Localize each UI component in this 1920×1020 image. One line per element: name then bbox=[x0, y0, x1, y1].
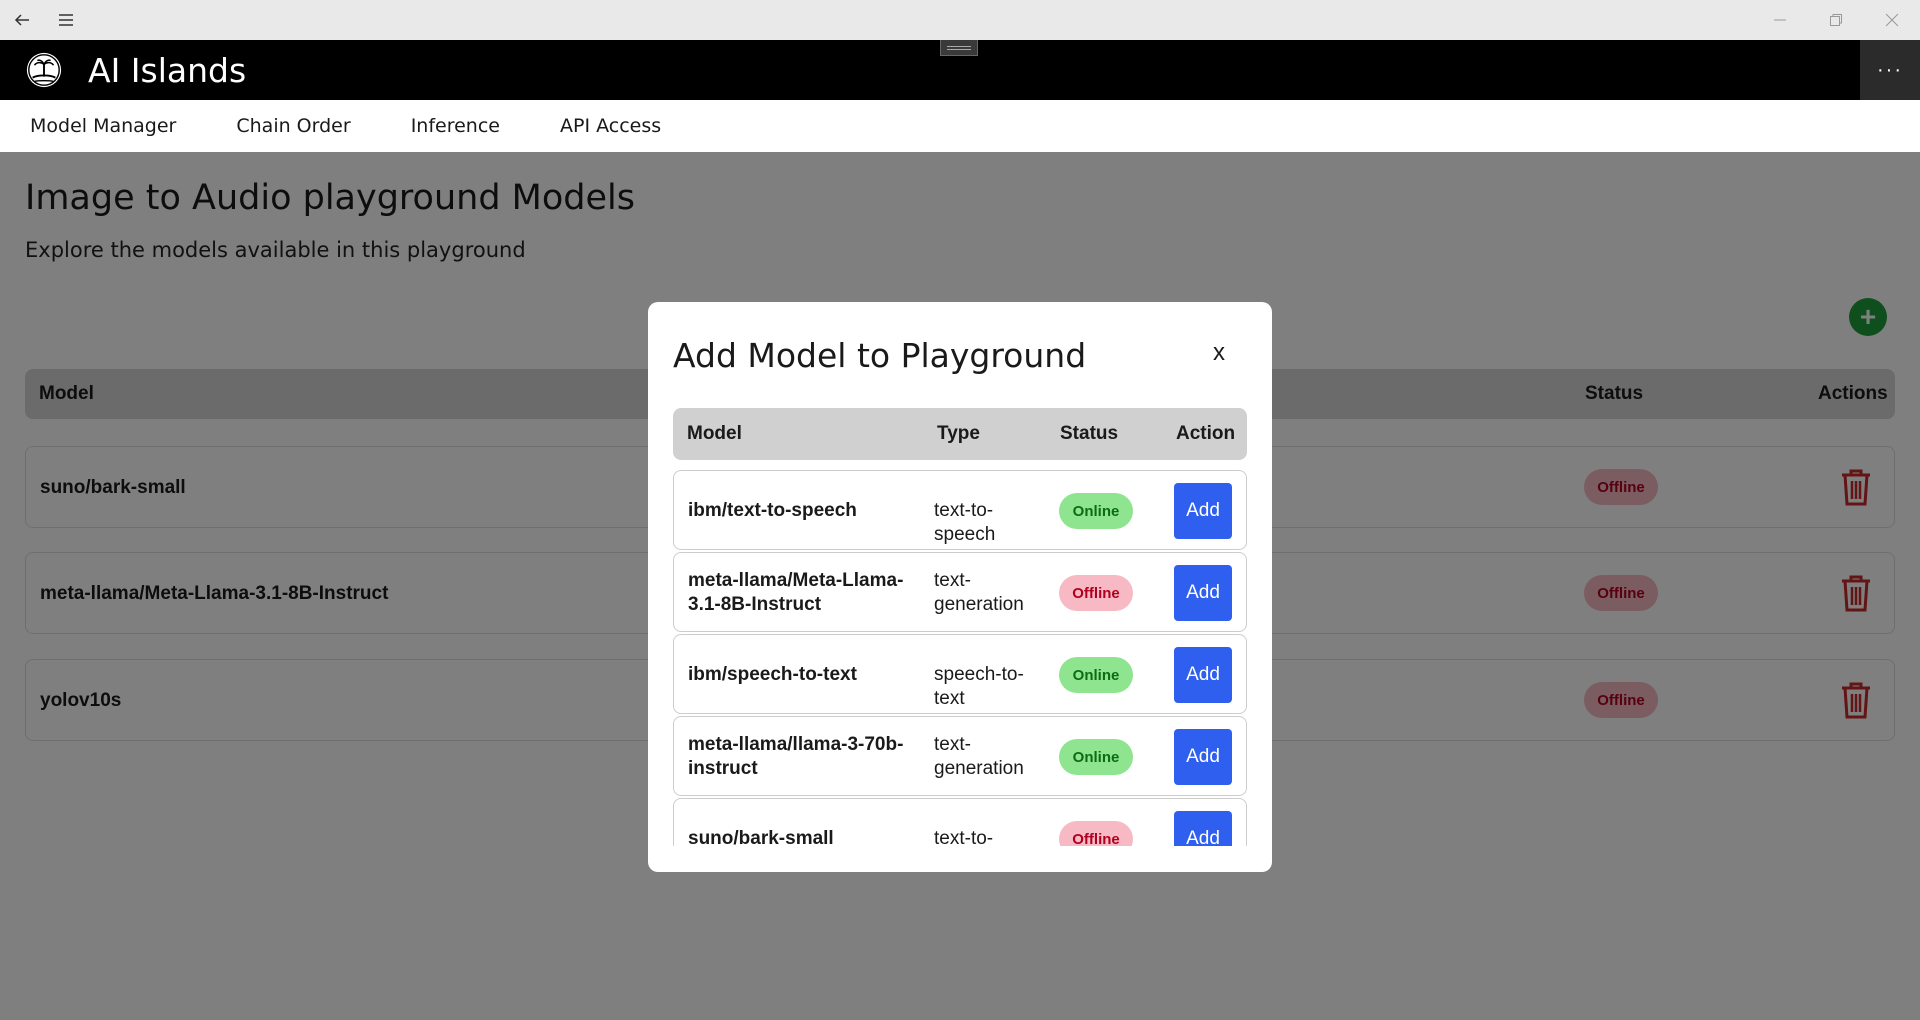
nav-chain-order[interactable]: Chain Order bbox=[206, 115, 380, 137]
model-name: ibm/speech-to-text bbox=[688, 664, 857, 685]
app-header: AI Islands ··· bbox=[0, 40, 1920, 100]
dialog-title: Add Model to Playground bbox=[673, 336, 1087, 375]
list-item: meta-llama/Meta-Llama-3.1-8B-Instruct te… bbox=[673, 552, 1247, 632]
dialog-header-model: Model bbox=[687, 423, 742, 444]
dialog-header-type: Type bbox=[937, 423, 980, 444]
status-badge: Offline bbox=[1059, 575, 1133, 611]
restore-icon[interactable] bbox=[1808, 0, 1864, 40]
add-button[interactable]: Add bbox=[1174, 811, 1232, 846]
dialog-close-button[interactable]: x bbox=[1204, 338, 1234, 368]
model-name: meta-llama/llama-3-70b-instruct bbox=[688, 734, 904, 779]
list-item: meta-llama/llama-3-70b-instruct text-gen… bbox=[673, 716, 1247, 796]
nav-api-access[interactable]: API Access bbox=[530, 115, 691, 137]
model-name: ibm/text-to-speech bbox=[688, 500, 857, 521]
model-type: text-to-speech bbox=[934, 828, 994, 846]
model-name: meta-llama/Meta-Llama-3.1-8B-Instruct bbox=[688, 570, 904, 615]
model-type: text-generation bbox=[934, 734, 1024, 779]
add-button[interactable]: Add bbox=[1174, 729, 1232, 785]
add-model-dialog: Add Model to Playground x Model Type Sta… bbox=[648, 302, 1272, 872]
status-badge: Online bbox=[1059, 493, 1133, 529]
back-arrow-icon[interactable] bbox=[0, 0, 44, 40]
island-logo-icon bbox=[24, 50, 64, 90]
model-type: text-to-speech bbox=[934, 500, 996, 545]
status-badge: Offline bbox=[1059, 821, 1133, 846]
status-badge: Online bbox=[1059, 739, 1133, 775]
nav-model-manager[interactable]: Model Manager bbox=[0, 115, 206, 137]
minimize-icon[interactable] bbox=[1752, 0, 1808, 40]
dialog-header-status: Status bbox=[1060, 423, 1119, 444]
dialog-model-list[interactable]: ibm/text-to-speech text-to-speech Online… bbox=[673, 470, 1247, 846]
model-name: suno/bark-small bbox=[688, 828, 834, 846]
top-nav: Model Manager Chain Order Inference API … bbox=[0, 100, 1920, 152]
drag-handle[interactable] bbox=[940, 40, 978, 56]
add-button[interactable]: Add bbox=[1174, 647, 1232, 703]
status-badge: Online bbox=[1059, 657, 1133, 693]
dialog-header-action: Action bbox=[1176, 423, 1236, 444]
list-item: ibm/text-to-speech text-to-speech Online… bbox=[673, 470, 1247, 550]
dialog-table-header: Model Type Status Action bbox=[673, 408, 1247, 460]
more-options-icon[interactable]: ··· bbox=[1860, 40, 1920, 100]
add-button[interactable]: Add bbox=[1174, 483, 1232, 539]
list-item: ibm/speech-to-text speech-to-text Online… bbox=[673, 634, 1247, 714]
model-type: speech-to-text bbox=[934, 664, 1024, 709]
hamburger-menu-icon[interactable] bbox=[44, 0, 88, 40]
window-titlebar bbox=[0, 0, 1920, 40]
list-item: suno/bark-small text-to-speech Offline A… bbox=[673, 798, 1247, 846]
close-icon[interactable] bbox=[1864, 0, 1920, 40]
app-title: AI Islands bbox=[88, 50, 247, 90]
model-type: text-generation bbox=[934, 570, 1024, 615]
add-button[interactable]: Add bbox=[1174, 565, 1232, 621]
nav-inference[interactable]: Inference bbox=[381, 115, 530, 137]
